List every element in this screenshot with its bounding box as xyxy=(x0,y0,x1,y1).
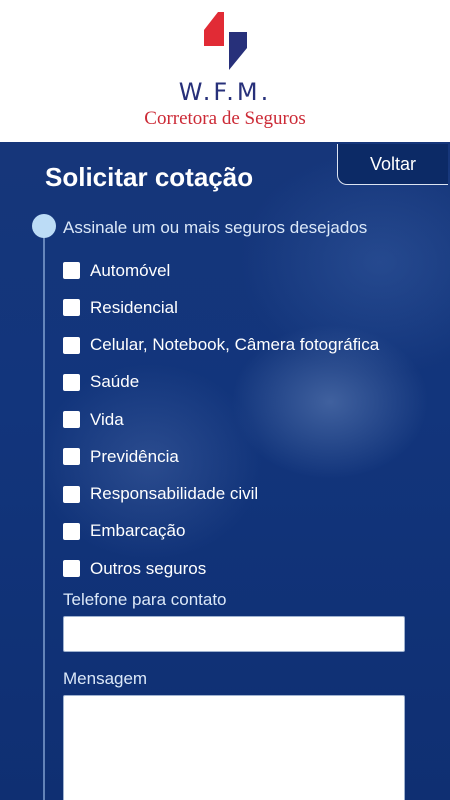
checkbox[interactable] xyxy=(63,522,80,540)
option-previdencia[interactable]: Previdência xyxy=(63,438,433,475)
checkbox[interactable] xyxy=(63,485,80,503)
checkbox[interactable] xyxy=(63,299,80,317)
option-label: Vida xyxy=(90,409,124,429)
option-saude[interactable]: Saúde xyxy=(63,364,433,401)
option-responsabilidade-civil[interactable]: Responsabilidade civil xyxy=(63,476,433,513)
phone-input[interactable] xyxy=(63,616,405,652)
option-label: Saúde xyxy=(90,372,140,392)
option-vida[interactable]: Vida xyxy=(63,401,433,438)
option-label: Responsabilidade civil xyxy=(90,484,259,504)
back-button[interactable]: Voltar xyxy=(337,144,448,185)
option-label: Celular, Notebook, Câmera fotográfica xyxy=(90,335,380,355)
page-title: Solicitar cotação xyxy=(45,162,254,192)
message-label: Mensagem xyxy=(63,669,148,688)
option-residencial[interactable]: Residencial xyxy=(63,289,433,326)
option-embarcacao[interactable]: Embarcação xyxy=(63,513,433,550)
option-automovel[interactable]: Automóvel xyxy=(63,252,433,289)
checkbox[interactable] xyxy=(63,262,80,280)
option-label: Outros seguros xyxy=(90,558,207,578)
checkbox[interactable] xyxy=(63,448,80,466)
option-label: Residencial xyxy=(90,297,178,317)
brand-tagline: Corretora de Seguros xyxy=(144,108,306,129)
timeline-line xyxy=(43,236,45,800)
checkbox[interactable] xyxy=(63,336,80,354)
option-outros-seguros[interactable]: Outros seguros xyxy=(63,550,433,587)
option-label: Embarcação xyxy=(90,521,186,541)
insurance-checklist: Automóvel Residencial Celular, Notebook,… xyxy=(63,252,433,587)
quote-form-panel: Voltar Solicitar cotação Assinale um ou … xyxy=(0,142,450,800)
option-label: Automóvel xyxy=(90,260,171,280)
option-celular-notebook-camera[interactable]: Celular, Notebook, Câmera fotográfica xyxy=(63,327,433,364)
option-label: Previdência xyxy=(90,446,179,466)
phone-label: Telefone para contato xyxy=(63,590,227,609)
message-textarea[interactable] xyxy=(63,695,405,800)
insurance-prompt: Assinale um ou mais seguros desejados xyxy=(63,218,368,237)
checkbox[interactable] xyxy=(63,411,80,429)
timeline-dot xyxy=(32,214,56,238)
checkbox[interactable] xyxy=(63,560,80,578)
checkbox[interactable] xyxy=(63,373,80,391)
brand-name: W.F.M. xyxy=(178,78,272,106)
wfm-logo-icon xyxy=(204,12,247,70)
app-header: W.F.M. Corretora de Seguros xyxy=(0,0,450,142)
